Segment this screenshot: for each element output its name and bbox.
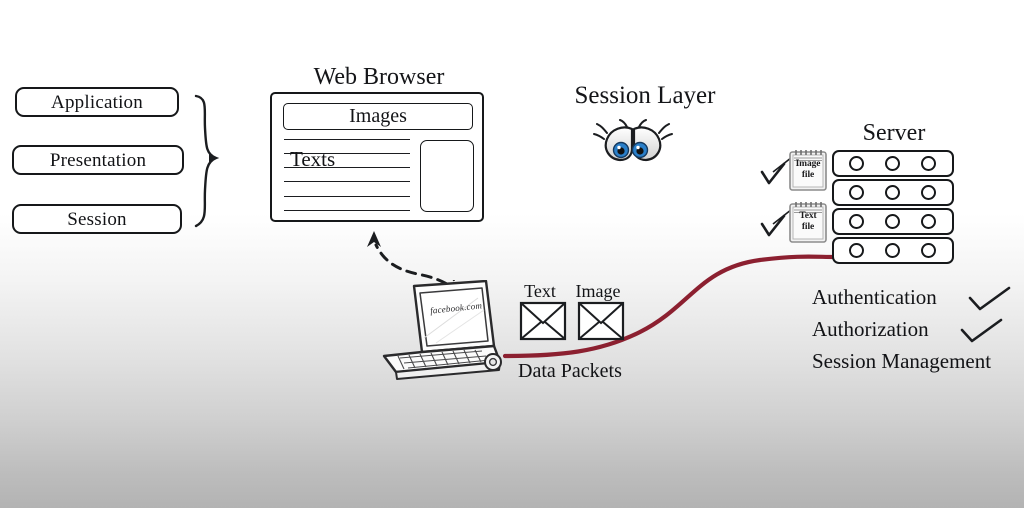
server-row[interactable] bbox=[832, 208, 954, 235]
empty-panel-icon bbox=[420, 140, 474, 212]
curly-brace-icon bbox=[194, 94, 220, 228]
session-layer-group: Session Layer bbox=[545, 82, 745, 162]
laptop-icon[interactable]: facebook.com bbox=[378, 270, 508, 387]
server-row[interactable] bbox=[832, 237, 954, 264]
osi-layer-label: Application bbox=[51, 91, 143, 113]
session-features-list: Authentication Authorization Session Man… bbox=[812, 282, 1024, 378]
server-title: Server bbox=[862, 120, 926, 146]
text-rule bbox=[284, 181, 410, 182]
feature-authorization: Authorization bbox=[812, 314, 1024, 346]
feature-label: Session Management bbox=[812, 349, 992, 373]
file-label-line2: file bbox=[801, 170, 815, 180]
server-slot-icon bbox=[849, 185, 864, 200]
notepad-file-icon[interactable]: Image file bbox=[788, 148, 828, 192]
server-row[interactable] bbox=[832, 150, 954, 177]
file-label-line1: Text bbox=[799, 211, 817, 221]
server-slot-icon bbox=[921, 214, 936, 229]
browser-images-region[interactable]: Images bbox=[283, 103, 473, 130]
feature-label: Authentication bbox=[812, 285, 937, 309]
server-rack: Server bbox=[828, 120, 960, 270]
server-slot-icon bbox=[849, 214, 864, 229]
file-label: Text file bbox=[788, 211, 828, 233]
server-slot-icon bbox=[849, 156, 864, 171]
session-layer-title: Session Layer bbox=[574, 82, 716, 109]
notepad-file-icon[interactable]: Text file bbox=[788, 200, 828, 244]
file-label-line1: Image bbox=[795, 159, 821, 169]
browser-texts-label: Texts bbox=[290, 147, 336, 171]
feature-authentication: Authentication bbox=[812, 282, 1024, 314]
osi-layer-stack: Application Presentation Session bbox=[12, 84, 227, 239]
osi-layer-presentation[interactable]: Presentation bbox=[12, 145, 184, 175]
server-slot-icon bbox=[849, 243, 864, 258]
server-row[interactable] bbox=[832, 179, 954, 206]
osi-layer-session[interactable]: Session bbox=[12, 204, 182, 234]
text-rule bbox=[284, 210, 410, 211]
text-rule bbox=[284, 196, 410, 197]
server-slot-icon bbox=[921, 156, 936, 171]
file-label: Image file bbox=[788, 159, 828, 181]
diagram-canvas: Application Presentation Session Web Bro… bbox=[0, 0, 1024, 508]
packet-label-image: Image bbox=[575, 281, 621, 301]
server-slot-icon bbox=[885, 243, 900, 258]
data-packets-caption: Data Packets bbox=[518, 360, 622, 382]
server-slot-icon bbox=[885, 156, 900, 171]
envelope-icon[interactable] bbox=[519, 301, 567, 341]
browser-images-label: Images bbox=[349, 105, 407, 127]
data-packets-group: Text Image bbox=[515, 281, 630, 341]
checkmark-icon bbox=[960, 318, 1003, 343]
text-rule bbox=[284, 139, 410, 140]
checkmark-icon bbox=[968, 286, 1011, 311]
server-slot-icon bbox=[885, 185, 900, 200]
feature-label: Authorization bbox=[812, 317, 929, 341]
file-label-line2: file bbox=[801, 222, 815, 232]
feature-session-management: Session Management bbox=[812, 346, 1024, 378]
server-slot-icon bbox=[885, 214, 900, 229]
osi-layer-label: Session bbox=[67, 208, 127, 230]
server-slot-icon bbox=[921, 243, 936, 258]
browser-window[interactable]: Images Texts bbox=[270, 92, 484, 222]
web-browser-panel: Web Browser Images Texts bbox=[266, 64, 492, 229]
packet-label-text: Text bbox=[524, 281, 556, 301]
envelope-icon[interactable] bbox=[577, 301, 625, 341]
cartoon-eyes-icon bbox=[593, 119, 673, 162]
web-browser-title: Web Browser bbox=[313, 64, 445, 90]
osi-layer-application[interactable]: Application bbox=[15, 87, 179, 117]
server-slot-icon bbox=[921, 185, 936, 200]
osi-layer-label: Presentation bbox=[49, 149, 147, 171]
